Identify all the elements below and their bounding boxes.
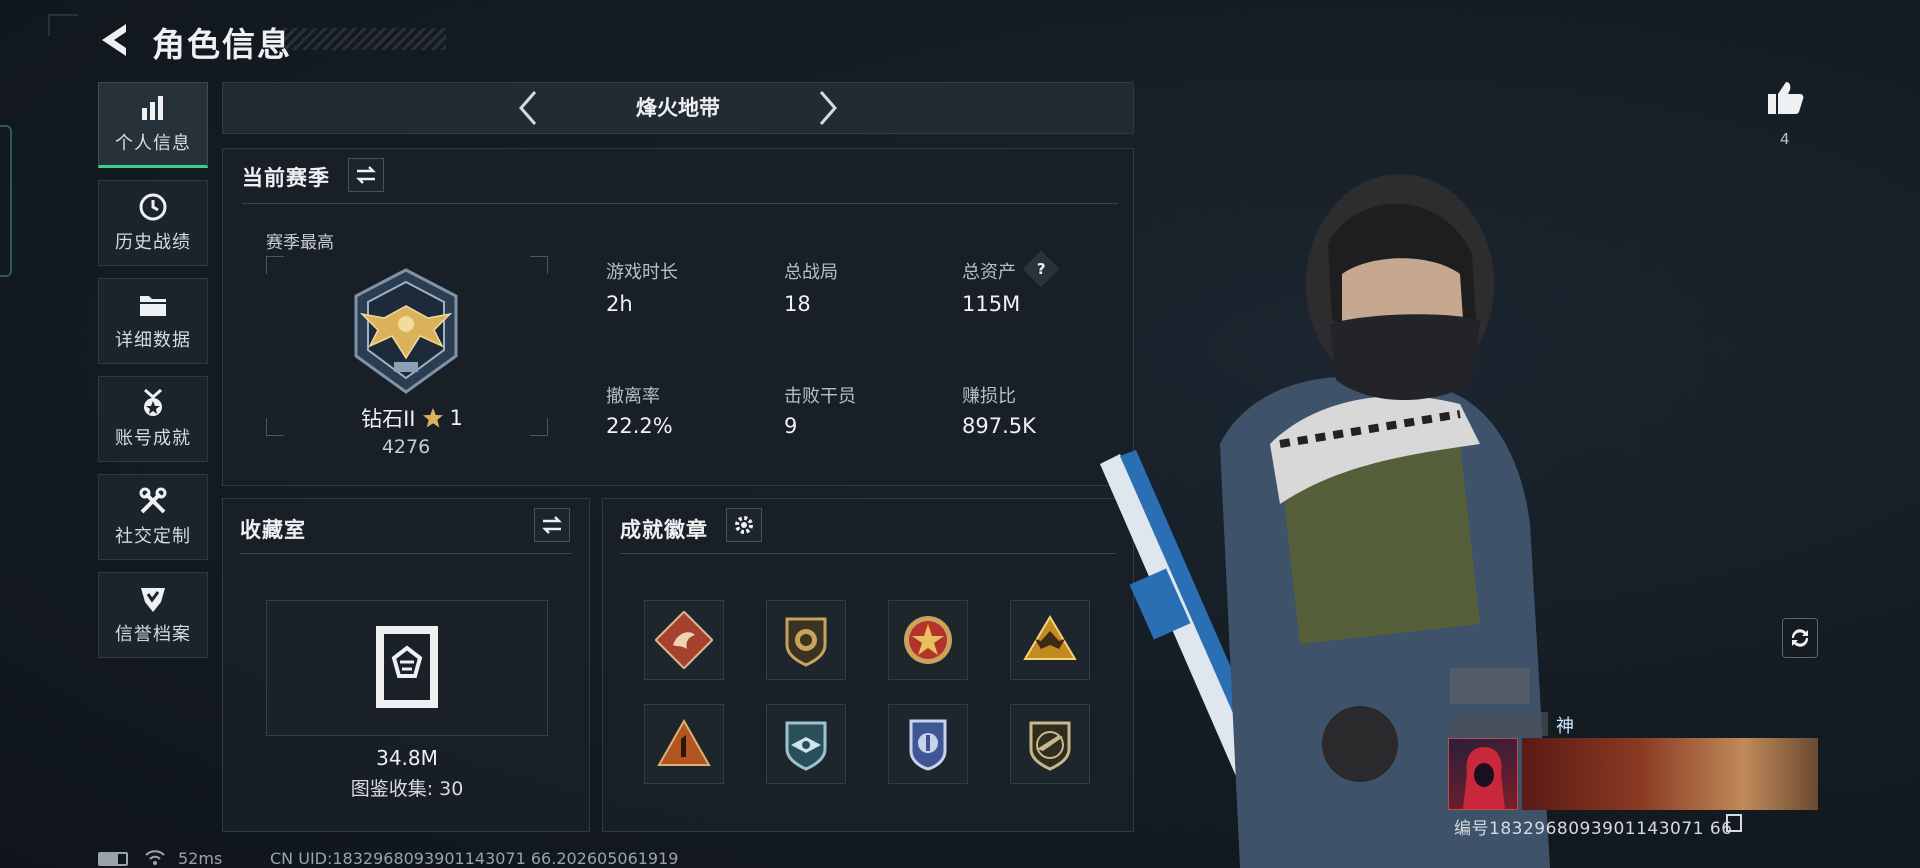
wings-badge-icon [785,721,827,771]
stat-label: 总资产 [962,262,1016,283]
stat-value: 115M [962,292,1021,316]
frame-corner [530,256,548,274]
badge-slot[interactable] [888,704,968,784]
badge-slot[interactable] [644,704,724,784]
badge-slot[interactable] [1010,704,1090,784]
frame-corner [266,418,284,436]
star-badge-icon [904,616,952,664]
mode-name: 烽火地带 [636,96,720,120]
folder-icon [138,290,168,320]
refresh-icon [1791,629,1809,647]
title-stripes [284,28,446,50]
badge-slot[interactable] [888,600,968,680]
collection-separator [240,553,572,554]
help-icon: ? [1036,259,1046,278]
blurred-avatar-strip [1450,668,1530,704]
swap-icon [542,516,562,534]
back-arrow-icon[interactable] [96,20,132,60]
badge-slot[interactable] [644,600,724,680]
stat-value: 18 [784,292,811,316]
season-switch-button[interactable] [348,158,384,192]
nav-item-reputation[interactable]: 信誉档案 [98,572,208,658]
shield-check-icon [138,584,168,614]
vault-icon [370,622,444,712]
gold-eagle-badge-icon [1023,615,1077,660]
nav-label: 详细数据 [115,330,191,351]
achievements-separator [620,553,1116,554]
swap-icon [356,166,376,184]
rank-stars: 1 [449,406,463,430]
nav-item-achievements[interactable]: 账号成就 [98,376,208,462]
bar-chart-icon [138,93,168,123]
nav-item-social[interactable]: 社交定制 [98,474,208,560]
frame-corner [530,418,548,436]
rank-line: 钻石II 1 [350,403,474,433]
stat-label: 总战局 [784,262,838,283]
player-banner[interactable] [1522,738,1818,810]
nav-label: 历史战绩 [115,232,191,253]
prev-mode-button[interactable] [508,86,548,130]
nav-label: 信誉档案 [115,624,191,645]
page-title: 角色信息 [152,25,292,64]
wrench-cross-icon [138,486,168,516]
badge-slot[interactable] [1010,600,1090,680]
season-title: 当前赛季 [242,166,330,190]
corner-mark [48,14,78,36]
nav-label: 账号成就 [115,428,191,449]
nav-item-personal-info[interactable]: 个人信息 [98,82,208,168]
stat-value: 9 [784,414,798,438]
nav-item-detailed-data[interactable]: 详细数据 [98,278,208,364]
stat-value: 897.5K [962,414,1036,438]
collection-value: 34.8M [376,746,438,770]
frame-corner [266,256,284,274]
number-one-badge-icon [657,718,711,766]
collection-title: 收藏室 [240,518,306,542]
rank-score: 4276 [381,436,431,458]
like-count: 4 [1780,130,1790,148]
dragon-badge-icon [655,611,713,669]
nav-label: 社交定制 [115,526,191,547]
uid-text: CN UID:1832968093901143071 66.2026050619… [270,849,679,868]
clock-history-icon [138,192,168,222]
player-id: 编号1832968093901143071 66 [1454,819,1733,839]
lion-badge-icon [785,617,827,667]
medal-icon [138,388,168,418]
blurred-name [1452,712,1548,736]
wifi-icon [144,848,166,866]
collection-count: 图鉴收集: 30 [350,778,464,800]
ping-text: 52ms [178,849,223,868]
stat-value: 2h [606,292,633,316]
player-name-suffix: 神 [1556,716,1574,737]
avatar[interactable] [1448,738,1518,810]
achievements-title: 成就徽章 [620,518,708,542]
season-separator [242,203,1118,204]
gear-icon [735,516,753,534]
copy-icon[interactable] [1726,814,1742,832]
badge-slot[interactable] [766,600,846,680]
next-mode-button[interactable] [808,86,848,130]
nav-label: 个人信息 [115,133,191,154]
stat-label: 赚损比 [962,386,1016,407]
police-badge-icon [909,719,947,771]
nav-item-history[interactable]: 历史战绩 [98,180,208,266]
star-icon [422,408,443,428]
rifle-badge-icon [1029,721,1071,771]
rank-name: 钻石II [361,407,416,431]
stat-label: 撤离率 [606,386,660,407]
thumbs-up-icon[interactable] [1766,78,1806,118]
stat-value: 22.2% [606,414,673,438]
collection-switch-button[interactable] [534,508,570,542]
season-best-label: 赛季最高 [266,233,334,253]
badge-slot[interactable] [766,704,846,784]
achievements-settings-button[interactable] [726,508,762,542]
battery-icon [98,852,128,866]
stat-label: 游戏时长 [606,262,678,283]
rotate-view-button[interactable] [1782,618,1818,658]
rank-emblem-icon [340,266,472,398]
stat-label: 击败干员 [784,386,856,407]
edge-bracket [0,125,12,277]
